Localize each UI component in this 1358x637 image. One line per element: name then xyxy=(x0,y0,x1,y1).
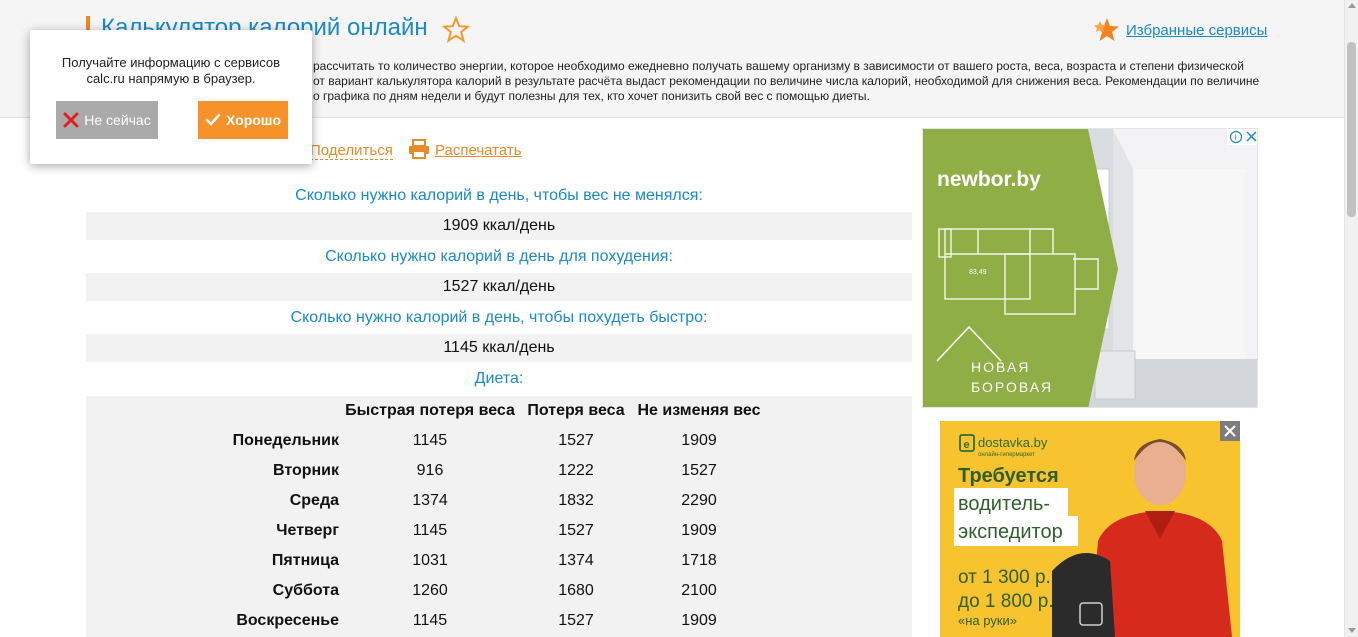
value-cell: 1909 xyxy=(681,522,717,539)
scrollbar-thumb[interactable] xyxy=(1347,42,1356,217)
not-now-button[interactable]: Не сейчас xyxy=(56,101,158,139)
value-cell: 2290 xyxy=(681,492,717,509)
print-link[interactable]: Распечатать xyxy=(435,142,522,159)
table-row: Суббота 1260 1680 2100 xyxy=(86,576,767,606)
ad-dostavka-price2: до 1 800 р. xyxy=(958,591,1054,612)
diet-table-header-row: Быстрая потеря веса Потеря веса Не измен… xyxy=(86,396,767,426)
column-header: Потеря веса xyxy=(527,402,625,419)
ad-dostavka-line1: Требуется xyxy=(958,465,1059,487)
column-header: Не изменяя вес xyxy=(637,402,761,419)
ok-button[interactable]: Хорошо xyxy=(198,101,288,139)
value-cell: 1145 xyxy=(412,432,448,449)
ad-newbor-logo-line2: БОРОВАЯ xyxy=(971,379,1053,395)
not-now-label: Не сейчас xyxy=(84,112,151,128)
value-cell: 1527 xyxy=(558,522,594,539)
value-cell: 1680 xyxy=(558,582,594,599)
ad-banner-newbor[interactable]: newbor.by 83,49 НОВАЯ БОРОВАЯ i xyxy=(922,128,1258,408)
result-value-maintain: 1909 ккал/день xyxy=(86,212,912,240)
ad-newbor-brand: newbor.by xyxy=(937,168,1041,191)
value-cell: 1909 xyxy=(681,612,717,629)
table-row: Воскресенье 1145 1527 1909 xyxy=(86,606,767,636)
day-cell: Пятница xyxy=(271,552,339,569)
diet-heading: Диета: xyxy=(474,370,524,387)
diet-table-corner xyxy=(86,396,339,426)
value-cell: 1527 xyxy=(681,462,717,479)
ad-dostavka-price-note: «на руки» xyxy=(958,613,1017,628)
printer-icon[interactable] xyxy=(408,139,430,159)
value-cell: 1374 xyxy=(412,492,448,509)
notification-popup: Получайте информацию с сервисов calc.ru … xyxy=(30,30,312,164)
svg-text:e: e xyxy=(964,439,970,451)
value-cell: 1527 xyxy=(558,432,594,449)
result-heading-lose-fast: Сколько нужно калорий в день, чтобы поху… xyxy=(290,309,708,326)
table-row: Четверг 1145 1527 1909 xyxy=(86,516,767,546)
diet-table: Быстрая потеря веса Потеря веса Не измен… xyxy=(86,396,767,636)
value-cell: 1031 xyxy=(412,552,448,569)
value-cell: 1909 xyxy=(681,432,717,449)
favorites-link[interactable]: Избранные сервисы xyxy=(1126,22,1267,39)
ad-newbor-graphic: newbor.by 83,49 НОВАЯ БОРОВАЯ i xyxy=(923,129,1257,407)
result-heading-lose: Сколько нужно калорий в день для похуден… xyxy=(325,248,673,265)
table-row: Пятница 1031 1374 1718 xyxy=(86,546,767,576)
ad-dostavka-line3: экспедитор xyxy=(958,521,1063,543)
share-link[interactable]: Поделиться xyxy=(310,142,393,160)
value-cell: 1145 xyxy=(412,522,448,539)
value-cell: 1145 xyxy=(412,612,448,629)
day-cell: Воскресенье xyxy=(236,612,339,629)
table-row: Вторник 916 1222 1527 xyxy=(86,456,767,486)
day-cell: Четверг xyxy=(276,522,339,539)
day-cell: Среда xyxy=(289,492,339,509)
close-x-icon xyxy=(63,112,79,128)
value-cell: 1222 xyxy=(558,462,594,479)
ad-newbor-area: 83,49 xyxy=(969,269,987,276)
value-cell: 2100 xyxy=(681,582,717,599)
ad-banner-dostavka[interactable]: e dostavka.by онлайн-гипермаркет Требует… xyxy=(940,421,1240,637)
scroll-down-arrow-icon[interactable] xyxy=(1348,628,1356,633)
day-cell: Понедельник xyxy=(232,432,339,449)
value-cell: 1527 xyxy=(558,612,594,629)
checkmark-icon xyxy=(205,113,221,126)
star-icon[interactable] xyxy=(442,16,470,44)
ad-dostavka-brand-sub: онлайн-гипермаркет xyxy=(978,451,1035,458)
result-value-lose: 1527 ккал/день xyxy=(86,273,912,301)
ad-dostavka-graphic: e dostavka.by онлайн-гипермаркет Требует… xyxy=(940,421,1240,637)
result-value-lose-fast: 1145 ккал/день xyxy=(86,334,912,362)
popup-message-line: Получайте информацию с сервисов xyxy=(61,55,281,70)
ad-dostavka-line2: водитель- xyxy=(958,493,1050,515)
column-header: Быстрая потеря веса xyxy=(345,402,515,419)
scroll-up-arrow-icon[interactable] xyxy=(1348,3,1356,8)
diet-table-container: Быстрая потеря веса Потеря веса Не измен… xyxy=(86,396,912,637)
table-row: Среда 1374 1832 2290 xyxy=(86,486,767,516)
ad-dostavka-price1: от 1 300 р. xyxy=(958,567,1051,588)
result-heading-maintain: Сколько нужно калорий в день, чтобы вес … xyxy=(295,187,703,204)
value-cell: 1832 xyxy=(558,492,594,509)
ok-label: Хорошо xyxy=(225,112,282,128)
popup-message: Получайте информацию с сервисов calc.ru … xyxy=(30,55,312,87)
favorites-icon xyxy=(1094,18,1119,41)
svg-text:i: i xyxy=(1235,133,1237,142)
day-cell: Суббота xyxy=(272,582,339,599)
value-cell: 916 xyxy=(416,462,444,479)
value-cell: 1718 xyxy=(681,552,717,569)
table-row: Понедельник 1145 1527 1909 xyxy=(86,426,767,456)
value-cell: 1374 xyxy=(558,552,594,569)
vertical-scrollbar[interactable] xyxy=(1344,0,1358,637)
ad-dostavka-brand: dostavka.by xyxy=(978,435,1048,450)
popup-message-line: calc.ru напрямую в браузер. xyxy=(86,71,256,86)
day-cell: Вторник xyxy=(272,462,339,479)
value-cell: 1260 xyxy=(412,582,448,599)
ad-newbor-logo-line1: НОВАЯ xyxy=(971,359,1030,375)
